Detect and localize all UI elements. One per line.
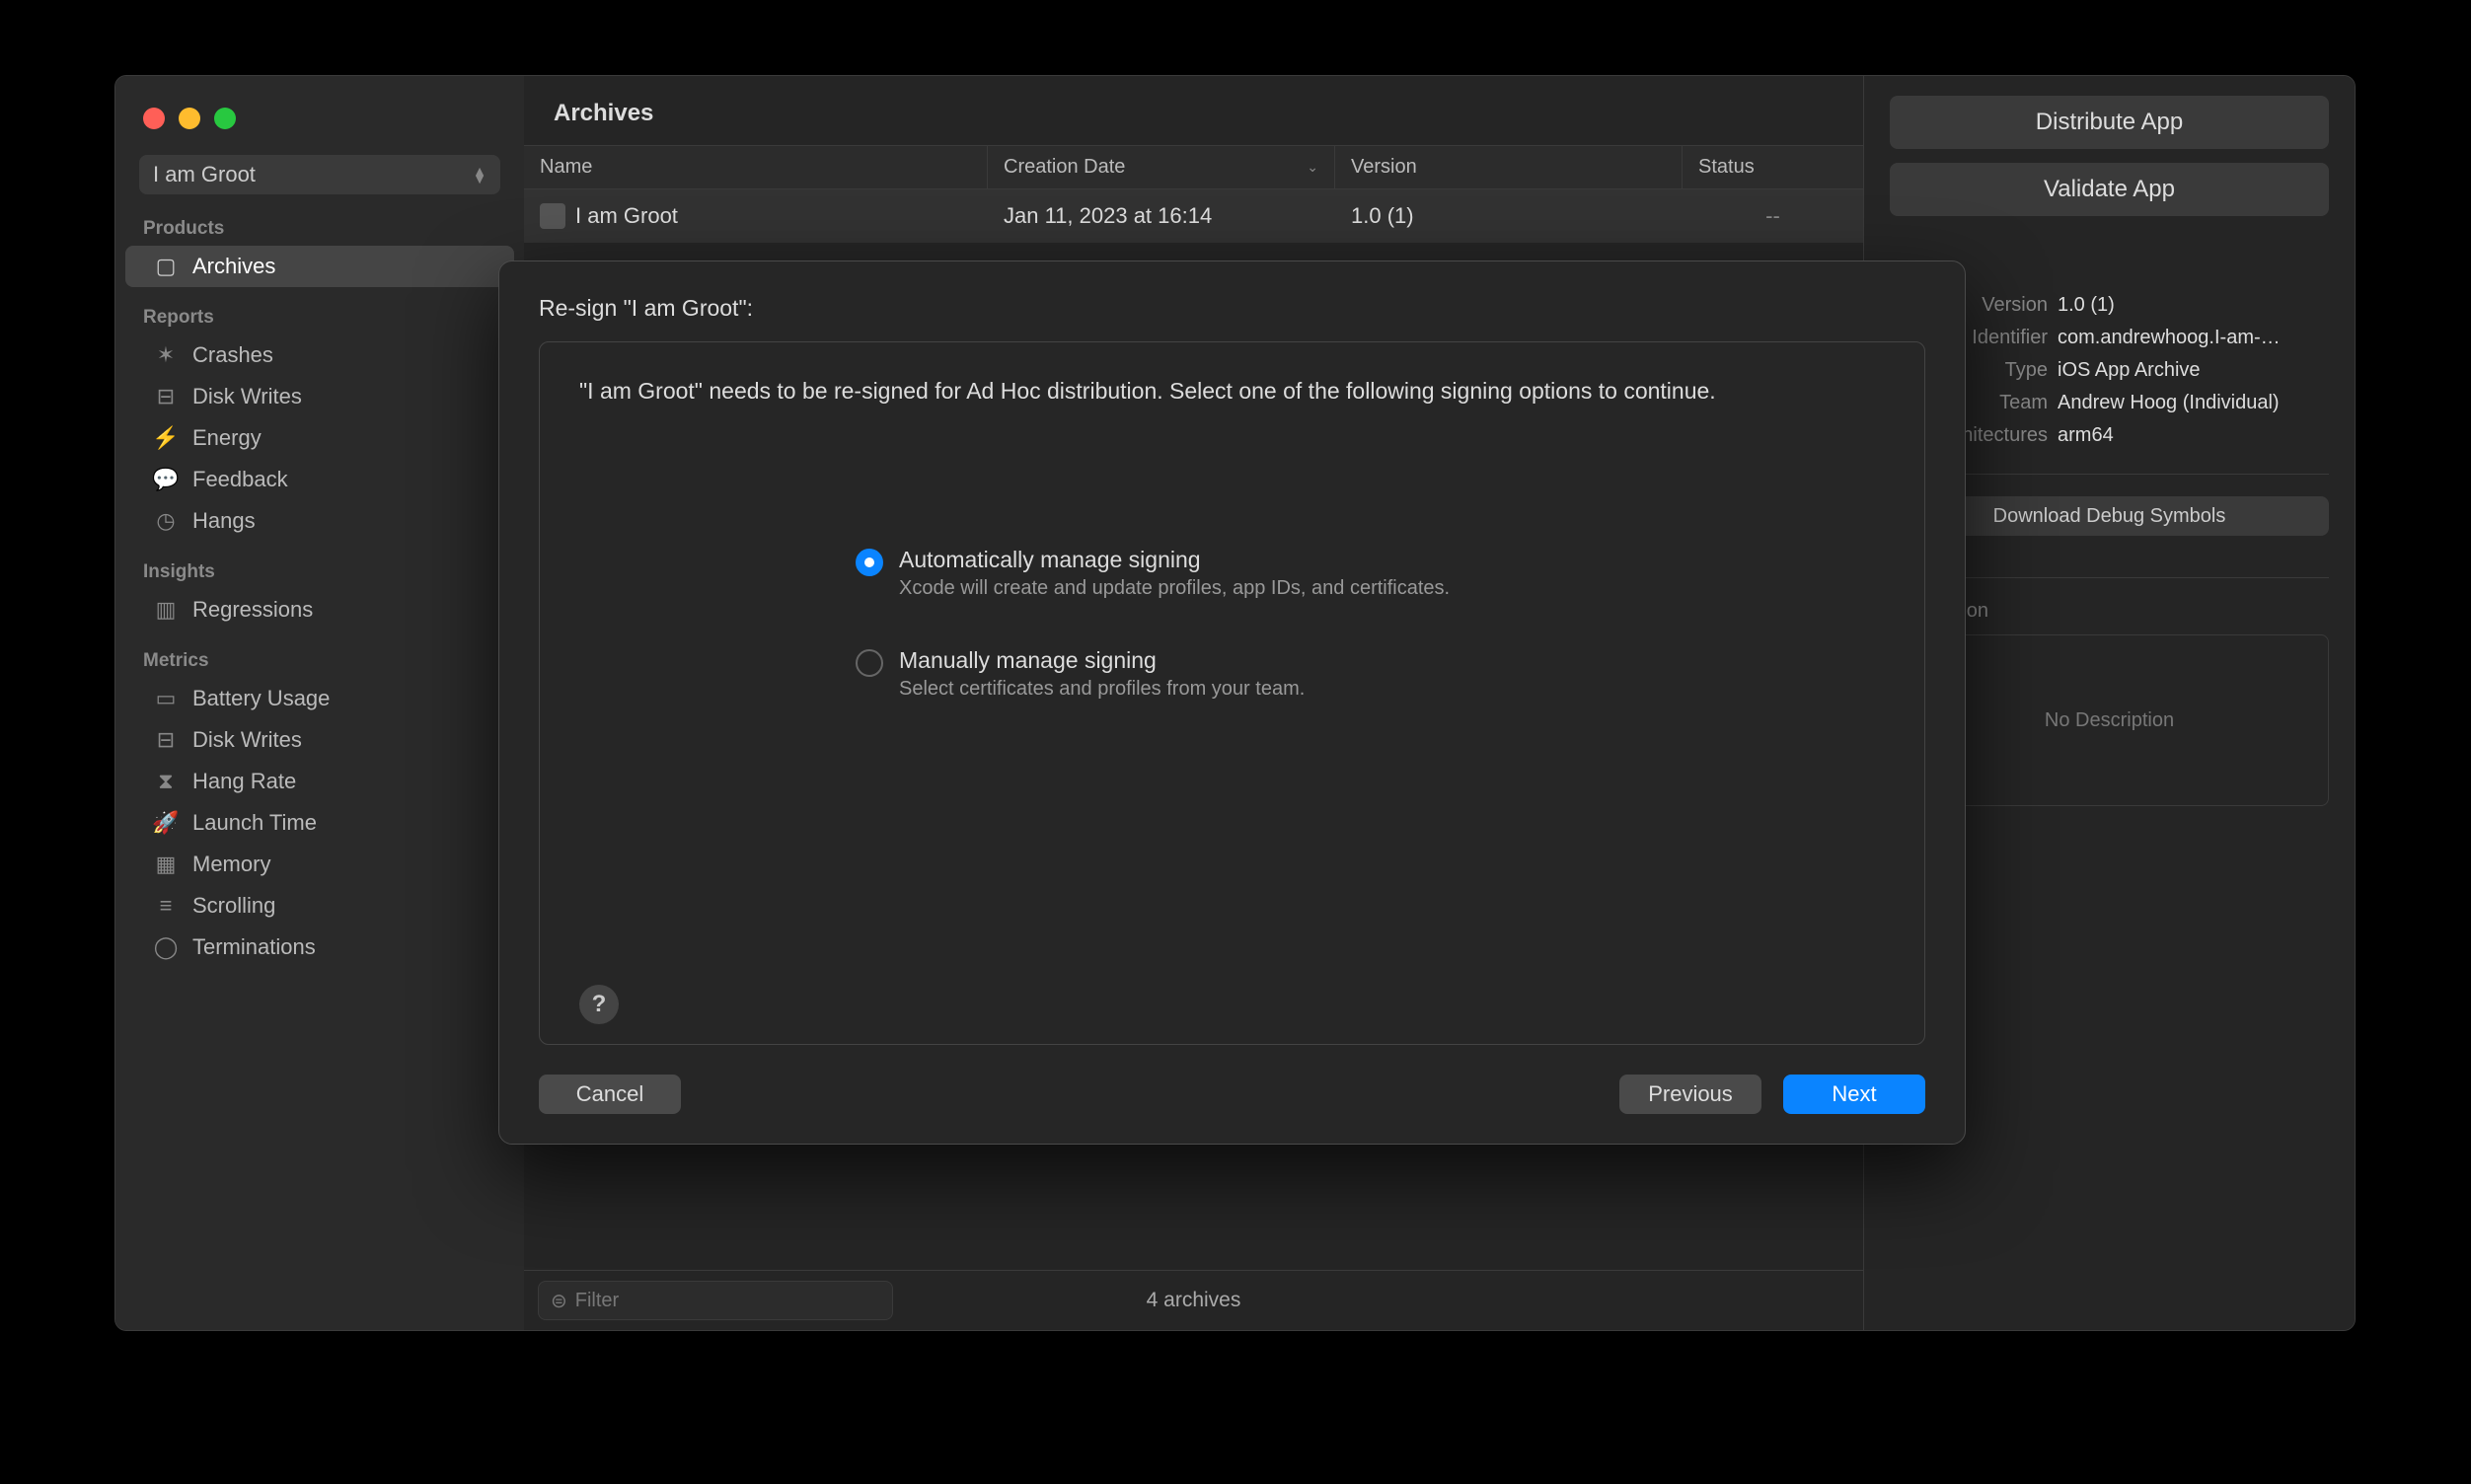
radio-manual[interactable]: [856, 649, 883, 677]
radio-label: Automatically manage signing: [899, 547, 1450, 573]
modal-body: "I am Groot" needs to be re-signed for A…: [539, 341, 1925, 1045]
cancel-button[interactable]: Cancel: [539, 1075, 681, 1114]
help-button[interactable]: ?: [579, 985, 619, 1024]
modal-overlay: Re-sign "I am Groot": "I am Groot" needs…: [0, 0, 2471, 1484]
modal-title: Re-sign "I am Groot":: [539, 295, 1925, 322]
radio-description: Xcode will create and update profiles, a…: [899, 577, 1450, 600]
signing-options: Automatically manage signing Xcode will …: [856, 547, 1885, 748]
radio-automatic[interactable]: [856, 549, 883, 576]
previous-button[interactable]: Previous: [1619, 1075, 1761, 1114]
resign-modal: Re-sign "I am Groot": "I am Groot" needs…: [498, 260, 1966, 1145]
radio-label: Manually manage signing: [899, 647, 1305, 674]
modal-message: "I am Groot" needs to be re-signed for A…: [579, 374, 1813, 408]
maximize-button[interactable]: [214, 108, 236, 129]
option-manual[interactable]: Manually manage signing Select certifica…: [856, 647, 1885, 701]
radio-description: Select certificates and profiles from yo…: [899, 678, 1305, 701]
traffic-lights: [143, 108, 236, 129]
close-button[interactable]: [143, 108, 165, 129]
minimize-button[interactable]: [179, 108, 200, 129]
modal-actions: Cancel Previous Next: [539, 1075, 1925, 1114]
option-automatic[interactable]: Automatically manage signing Xcode will …: [856, 547, 1885, 600]
next-button[interactable]: Next: [1783, 1075, 1925, 1114]
